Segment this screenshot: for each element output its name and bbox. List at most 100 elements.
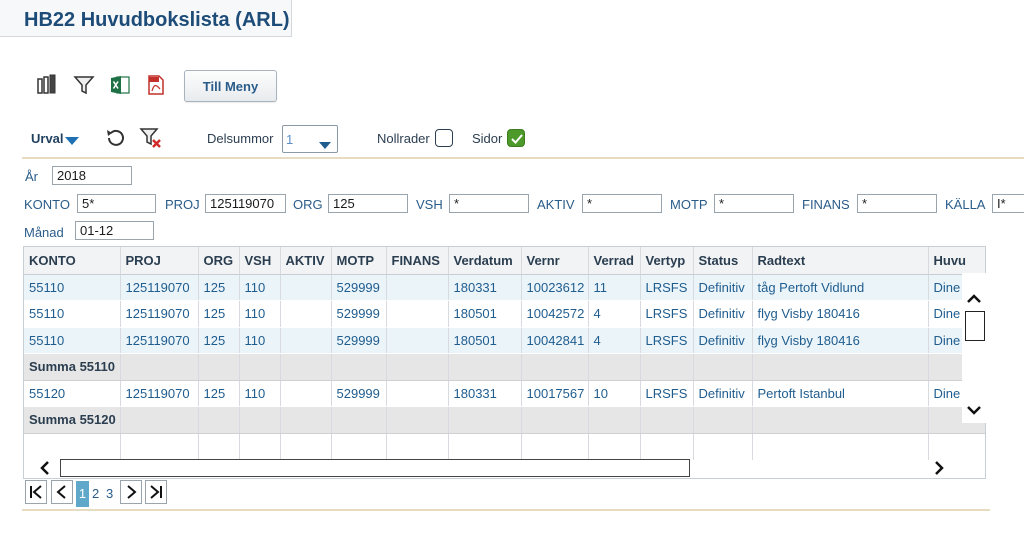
scroll-thumb[interactable] bbox=[965, 311, 985, 341]
table-cell: 180501 bbox=[448, 300, 522, 328]
column-header[interactable]: VSH bbox=[239, 247, 281, 275]
reset-icon[interactable] bbox=[104, 126, 128, 153]
table-cell: 529999 bbox=[331, 380, 387, 407]
column-header[interactable]: Vernr bbox=[521, 247, 589, 275]
table-cell: 180331 bbox=[448, 274, 522, 301]
columns-icon[interactable] bbox=[34, 72, 60, 98]
table-cell: Pertoft Istanbul bbox=[752, 380, 929, 407]
kalla-label: KÄLLA bbox=[945, 197, 986, 212]
chevron-down-icon[interactable] bbox=[65, 134, 79, 149]
table-cell: Definitiv bbox=[693, 380, 753, 407]
kalla-field[interactable]: I* bbox=[992, 194, 1024, 213]
table-row[interactable]: 55120 125119070 125 110 529999 180331 10017567… bbox=[24, 380, 985, 407]
table-cell bbox=[752, 353, 929, 381]
table-cell bbox=[331, 353, 387, 381]
pdf-icon[interactable] bbox=[143, 72, 169, 98]
empty-row bbox=[24, 433, 985, 460]
table-cell: 10 bbox=[588, 380, 641, 407]
column-header[interactable]: Verrad bbox=[588, 247, 641, 275]
last-page-button[interactable] bbox=[145, 480, 167, 504]
clear-filter-icon[interactable] bbox=[139, 126, 163, 153]
next-page-button[interactable] bbox=[120, 480, 142, 504]
table-cell: Summa 55120 bbox=[24, 406, 121, 434]
prev-page-button[interactable] bbox=[51, 480, 73, 504]
chevron-down-icon[interactable] bbox=[967, 403, 981, 418]
column-header[interactable]: PROJ bbox=[120, 247, 199, 275]
finans-field[interactable]: * bbox=[857, 194, 937, 213]
column-header[interactable]: Status bbox=[693, 247, 753, 275]
konto-field[interactable]: 5* bbox=[77, 194, 156, 213]
column-header[interactable]: KONTO bbox=[24, 247, 121, 275]
finans-label: FINANS bbox=[802, 197, 850, 212]
chevron-right-icon[interactable] bbox=[934, 461, 944, 478]
chevron-up-icon[interactable] bbox=[967, 291, 981, 306]
excel-icon[interactable] bbox=[107, 72, 133, 98]
table-row[interactable]: 55110 125119070 125 110 529999 180331 10023612… bbox=[24, 274, 985, 301]
table-cell bbox=[693, 353, 753, 381]
delsummor-select[interactable]: 1 bbox=[282, 125, 338, 153]
table-cell bbox=[640, 353, 694, 381]
table-row[interactable]: 55110 125119070 125 110 529999 180501 10042841… bbox=[24, 327, 985, 354]
table-cell bbox=[239, 433, 281, 460]
grid-table: KONTO PROJ ORG VSH AKTIV MOTP FINANS Verdatum Ve… bbox=[24, 247, 985, 460]
table-cell: flyg Visby 180416 bbox=[752, 300, 929, 328]
vertical-scrollbar[interactable] bbox=[962, 273, 986, 423]
nollrader-label: Nollrader bbox=[377, 131, 430, 146]
motp-label: MOTP bbox=[670, 197, 708, 212]
page-1[interactable]: 1 bbox=[76, 481, 89, 507]
column-header[interactable]: Verdatum bbox=[448, 247, 522, 275]
filter-icon[interactable] bbox=[71, 72, 97, 98]
subtotal-row: Summa 55120 bbox=[24, 406, 985, 434]
table-cell bbox=[386, 274, 449, 301]
column-header[interactable]: Huvu bbox=[928, 247, 985, 275]
column-header[interactable]: MOTP bbox=[331, 247, 387, 275]
column-header[interactable]: Radtext bbox=[752, 247, 929, 275]
table-cell: 125119070 bbox=[120, 300, 199, 328]
table-cell: 10042841 bbox=[521, 327, 589, 354]
table-cell bbox=[588, 353, 641, 381]
table-cell: 10042572 bbox=[521, 300, 589, 328]
table-cell bbox=[448, 406, 522, 434]
table-cell bbox=[386, 300, 449, 328]
ar-field[interactable]: 2018 bbox=[52, 166, 132, 185]
table-row[interactable]: 55110 125119070 125 110 529999 180501 10042572… bbox=[24, 300, 985, 328]
org-field[interactable]: 125 bbox=[328, 194, 408, 213]
till-meny-button[interactable]: Till Meny bbox=[184, 70, 277, 102]
sidor-checkbox[interactable] bbox=[507, 129, 525, 147]
page-3[interactable]: 3 bbox=[106, 486, 113, 501]
delsummor-value: 1 bbox=[286, 132, 294, 147]
table-cell: Summa 55110 bbox=[24, 353, 121, 381]
table-cell bbox=[640, 433, 694, 460]
table-cell bbox=[280, 353, 332, 381]
urval-label[interactable]: Urval bbox=[31, 131, 64, 146]
table-cell: flyg Visby 180416 bbox=[752, 327, 929, 354]
table-cell bbox=[521, 353, 589, 381]
table-cell: 4 bbox=[588, 300, 641, 328]
table-cell: 125 bbox=[198, 274, 240, 301]
vsh-field[interactable]: * bbox=[449, 194, 529, 213]
first-page-button[interactable] bbox=[25, 480, 47, 504]
nollrader-checkbox[interactable] bbox=[435, 129, 453, 147]
column-header[interactable]: Vertyp bbox=[640, 247, 694, 275]
column-header[interactable]: FINANS bbox=[386, 247, 449, 275]
table-cell: LRSFS bbox=[640, 274, 694, 301]
table-cell: 55120 bbox=[24, 380, 121, 407]
page-2[interactable]: 2 bbox=[92, 486, 99, 501]
table-cell: 10017567 bbox=[521, 380, 589, 407]
table-cell: 125 bbox=[198, 300, 240, 328]
aktiv-label: AKTIV bbox=[537, 197, 575, 212]
table-cell bbox=[331, 433, 387, 460]
aktiv-field[interactable]: * bbox=[582, 194, 662, 213]
title-bar: HB22 Huvudbokslista (ARL) bbox=[0, 0, 292, 37]
column-header[interactable]: AKTIV bbox=[280, 247, 332, 275]
chevron-left-icon[interactable] bbox=[40, 461, 50, 478]
table-cell bbox=[693, 433, 753, 460]
table-cell: LRSFS bbox=[640, 300, 694, 328]
horizontal-scrollbar[interactable] bbox=[60, 459, 690, 477]
vsh-label: VSH bbox=[416, 197, 443, 212]
table-cell bbox=[521, 406, 589, 434]
motp-field[interactable]: * bbox=[714, 194, 794, 213]
column-header[interactable]: ORG bbox=[198, 247, 240, 275]
manad-field[interactable]: 01-12 bbox=[75, 221, 154, 240]
proj-field[interactable]: 125119070 bbox=[205, 194, 286, 213]
